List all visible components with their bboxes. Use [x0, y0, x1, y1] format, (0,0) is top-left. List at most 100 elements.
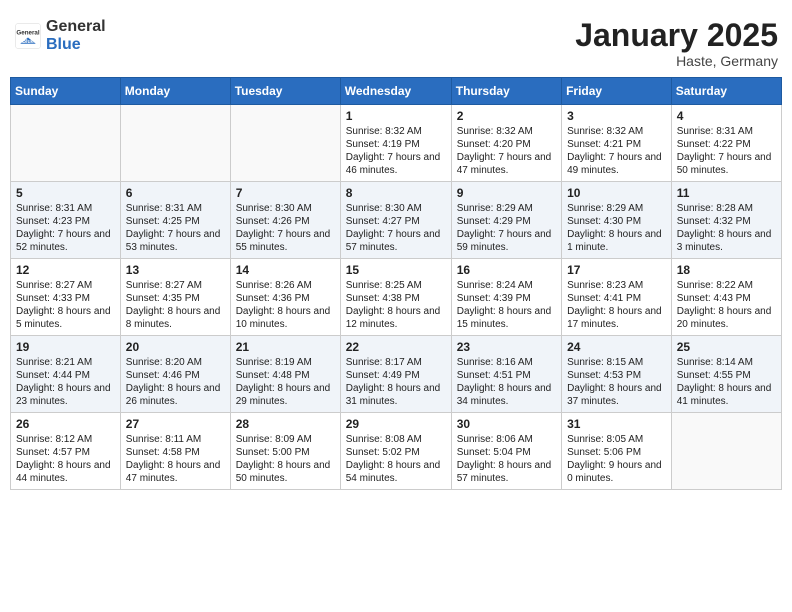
day-info: Sunrise: 8:14 AM	[677, 356, 776, 369]
day-number: 4	[677, 109, 776, 123]
day-info: Sunset: 4:43 PM	[677, 292, 776, 305]
day-number: 24	[567, 340, 666, 354]
calendar-cell: 16Sunrise: 8:24 AMSunset: 4:39 PMDayligh…	[451, 259, 561, 336]
calendar-cell: 22Sunrise: 8:17 AMSunset: 4:49 PMDayligh…	[340, 336, 451, 413]
calendar-cell: 18Sunrise: 8:22 AMSunset: 4:43 PMDayligh…	[671, 259, 781, 336]
day-info: Sunrise: 8:16 AM	[457, 356, 556, 369]
day-info: Sunset: 5:00 PM	[236, 446, 335, 459]
day-info: Sunrise: 8:08 AM	[346, 433, 446, 446]
day-info: Sunrise: 8:22 AM	[677, 279, 776, 292]
calendar-cell: 5Sunrise: 8:31 AMSunset: 4:23 PMDaylight…	[11, 182, 121, 259]
calendar-cell: 11 Sunrise: 8:28 AMSunset: 4:32 PMDayligh…	[671, 182, 781, 259]
calendar-cell: 23 Sunrise: 8:16 AMSunset: 4:51 PMDayligh…	[451, 336, 561, 413]
day-number: 9	[457, 186, 556, 200]
day-info: Daylight: 8 hours and 44 minutes.	[16, 459, 115, 485]
day-info: Sunset: 4:51 PM	[457, 369, 556, 382]
day-info: Daylight: 8 hours and 41 minutes.	[677, 382, 776, 408]
day-number: 10	[567, 186, 666, 200]
day-number: 16	[457, 263, 556, 277]
calendar-cell: 10Sunrise: 8:29 AMSunset: 4:30 PMDayligh…	[562, 182, 672, 259]
weekday-header-friday: Friday	[562, 78, 672, 105]
day-number: 7	[236, 186, 335, 200]
day-number: 11	[677, 186, 776, 200]
day-info: Sunset: 4:22 PM	[677, 138, 776, 151]
calendar-week-row: 1Sunrise: 8:32 AMSunset: 4:19 PMDaylight…	[11, 105, 782, 182]
calendar-body: 1Sunrise: 8:32 AMSunset: 4:19 PMDaylight…	[11, 105, 782, 490]
day-info: Sunrise: 8:31 AM	[677, 125, 776, 138]
day-info: Sunrise: 8:27 AM	[16, 279, 115, 292]
day-info: Sunrise: 8:06 AM	[457, 433, 556, 446]
day-info: Daylight: 8 hours and 34 minutes.	[457, 382, 556, 408]
day-info: Sunset: 4:20 PM	[457, 138, 556, 151]
day-number: 26	[16, 417, 115, 431]
day-info: Sunrise: 8:32 AM	[567, 125, 666, 138]
day-info: Sunrise: 8:21 AM	[16, 356, 115, 369]
day-info: Daylight: 7 hours and 50 minutes.	[677, 151, 776, 177]
weekday-header-saturday: Saturday	[671, 78, 781, 105]
day-info: Sunset: 4:39 PM	[457, 292, 556, 305]
calendar-cell: 15Sunrise: 8:25 AMSunset: 4:38 PMDayligh…	[340, 259, 451, 336]
day-number: 31	[567, 417, 666, 431]
title-area: January 2025 Haste, Germany	[575, 18, 778, 69]
day-info: Daylight: 7 hours and 47 minutes.	[457, 151, 556, 177]
day-info: Daylight: 7 hours and 52 minutes.	[16, 228, 115, 254]
calendar-cell: 8Sunrise: 8:30 AMSunset: 4:27 PMDaylight…	[340, 182, 451, 259]
day-info: Sunset: 4:27 PM	[346, 215, 446, 228]
day-info: Sunrise: 8:27 AM	[126, 279, 225, 292]
calendar-cell: 20 Sunrise: 8:20 AMSunset: 4:46 PMDayligh…	[120, 336, 230, 413]
day-info: Sunset: 4:23 PM	[16, 215, 115, 228]
day-info: Sunset: 4:58 PM	[126, 446, 225, 459]
day-info: Daylight: 7 hours and 49 minutes.	[567, 151, 666, 177]
day-info: Sunset: 4:32 PM	[677, 215, 776, 228]
day-info: Sunset: 4:48 PM	[236, 369, 335, 382]
calendar-cell: 7Sunrise: 8:30 AMSunset: 4:26 PMDaylight…	[230, 182, 340, 259]
day-info: Sunset: 4:26 PM	[236, 215, 335, 228]
calendar-cell: 28Sunrise: 8:09 AMSunset: 5:00 PMDayligh…	[230, 413, 340, 490]
day-number: 18	[677, 263, 776, 277]
day-info: Daylight: 8 hours and 50 minutes.	[236, 459, 335, 485]
calendar-cell: 9Sunrise: 8:29 AMSunset: 4:29 PMDaylight…	[451, 182, 561, 259]
day-info: Sunset: 4:41 PM	[567, 292, 666, 305]
day-info: Daylight: 8 hours and 26 minutes.	[126, 382, 225, 408]
day-number: 5	[16, 186, 115, 200]
day-info: Sunset: 4:25 PM	[126, 215, 225, 228]
day-info: Sunset: 4:46 PM	[126, 369, 225, 382]
calendar-week-row: 5Sunrise: 8:31 AMSunset: 4:23 PMDaylight…	[11, 182, 782, 259]
calendar-cell	[120, 105, 230, 182]
calendar-week-row: 19Sunrise: 8:21 AMSunset: 4:44 PMDayligh…	[11, 336, 782, 413]
logo-general: General	[46, 18, 106, 35]
day-number: 20	[126, 340, 225, 354]
calendar-cell: 29Sunrise: 8:08 AMSunset: 5:02 PMDayligh…	[340, 413, 451, 490]
weekday-header-wednesday: Wednesday	[340, 78, 451, 105]
day-info: Daylight: 8 hours and 3 minutes.	[677, 228, 776, 254]
calendar-cell: 25Sunrise: 8:14 AMSunset: 4:55 PMDayligh…	[671, 336, 781, 413]
day-number: 6	[126, 186, 225, 200]
day-info: Sunrise: 8:28 AM	[677, 202, 776, 215]
calendar-cell: 27Sunrise: 8:11 AMSunset: 4:58 PMDayligh…	[120, 413, 230, 490]
day-info: Sunset: 4:33 PM	[16, 292, 115, 305]
calendar-cell: 4 Sunrise: 8:31 AMSunset: 4:22 PMDaylight…	[671, 105, 781, 182]
day-info: Sunrise: 8:26 AM	[236, 279, 335, 292]
day-info: Sunrise: 8:20 AM	[126, 356, 225, 369]
location-title: Haste, Germany	[575, 53, 778, 69]
day-info: Daylight: 8 hours and 54 minutes.	[346, 459, 446, 485]
day-info: Daylight: 8 hours and 12 minutes.	[346, 305, 446, 331]
day-number: 23	[457, 340, 556, 354]
weekday-header-thursday: Thursday	[451, 78, 561, 105]
day-info: Sunrise: 8:19 AM	[236, 356, 335, 369]
day-info: Sunrise: 8:32 AM	[457, 125, 556, 138]
day-number: 29	[346, 417, 446, 431]
day-info: Daylight: 7 hours and 53 minutes.	[126, 228, 225, 254]
day-info: Sunrise: 8:05 AM	[567, 433, 666, 446]
day-number: 22	[346, 340, 446, 354]
day-info: Sunrise: 8:31 AM	[126, 202, 225, 215]
calendar-cell: 26Sunrise: 8:12 AMSunset: 4:57 PMDayligh…	[11, 413, 121, 490]
weekday-header-tuesday: Tuesday	[230, 78, 340, 105]
day-info: Daylight: 7 hours and 46 minutes.	[346, 151, 446, 177]
calendar-cell: 14Sunrise: 8:26 AMSunset: 4:36 PMDayligh…	[230, 259, 340, 336]
day-number: 19	[16, 340, 115, 354]
calendar-cell: 30Sunrise: 8:06 AMSunset: 5:04 PMDayligh…	[451, 413, 561, 490]
day-info: Daylight: 8 hours and 47 minutes.	[126, 459, 225, 485]
calendar-cell	[671, 413, 781, 490]
day-info: Sunset: 4:55 PM	[677, 369, 776, 382]
